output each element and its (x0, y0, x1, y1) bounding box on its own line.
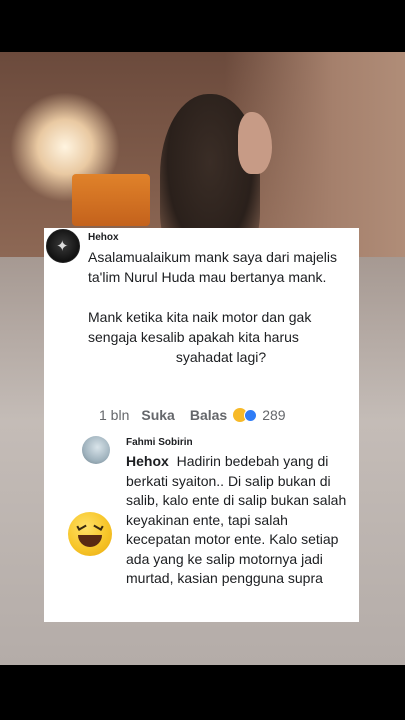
reply-text: Hehox Hadirin bedebah yang di berkati sy… (126, 452, 356, 589)
emoji-eye-left (76, 522, 87, 531)
comment-text: Asalamualaikum mank saya dari majelis ta… (88, 247, 354, 367)
bottom-letterbox (0, 665, 405, 720)
comment-bubble: Hehox Asalamualaikum mank saya dari maje… (88, 232, 354, 367)
lamp-shade (72, 174, 150, 226)
reply-avatar[interactable] (82, 436, 110, 464)
comment-paragraph-1: Asalamualaikum mank saya dari majelis ta… (88, 249, 337, 285)
comment-author[interactable]: Hehox (88, 232, 354, 244)
reply-mention[interactable]: Hehox (126, 453, 169, 469)
avatar[interactable]: ✦ (46, 229, 80, 263)
comment-paragraph-2-line-2: syahadat lagi? (175, 349, 267, 365)
reaction-count: 289 (262, 407, 286, 423)
comment-screenshot-card: ✦ Hehox Asalamualaikum mank saya dari ma… (44, 228, 359, 622)
reply-button[interactable]: Balas (190, 407, 227, 423)
emoji-mouth (78, 535, 102, 547)
comment-paragraph-2-line-1: Mank ketika kita naik motor dan gak seng… (88, 309, 312, 345)
reply-bubble: Fahmi Sobirin Hehox Hadirin bedebah yang… (126, 437, 356, 589)
reactions-summary[interactable]: 289 (233, 407, 286, 423)
like-button[interactable]: Suka (141, 407, 174, 423)
reply-author[interactable]: Fahmi Sobirin (126, 437, 356, 449)
comment-paragraph-2: Mank ketika kita naik motor dan gak seng… (88, 307, 354, 367)
comment-time: 1 bln (99, 407, 130, 423)
like-thumb-icon (244, 408, 258, 422)
comment-actions: 1 bln Suka Balas 289 (99, 404, 286, 426)
emoji-eye-right (93, 522, 104, 531)
laughing-emoji-icon (68, 512, 112, 556)
reply-body: Hadirin bedebah yang di berkati syaiton.… (126, 453, 347, 586)
avatar-logo-icon: ✦ (56, 237, 69, 255)
